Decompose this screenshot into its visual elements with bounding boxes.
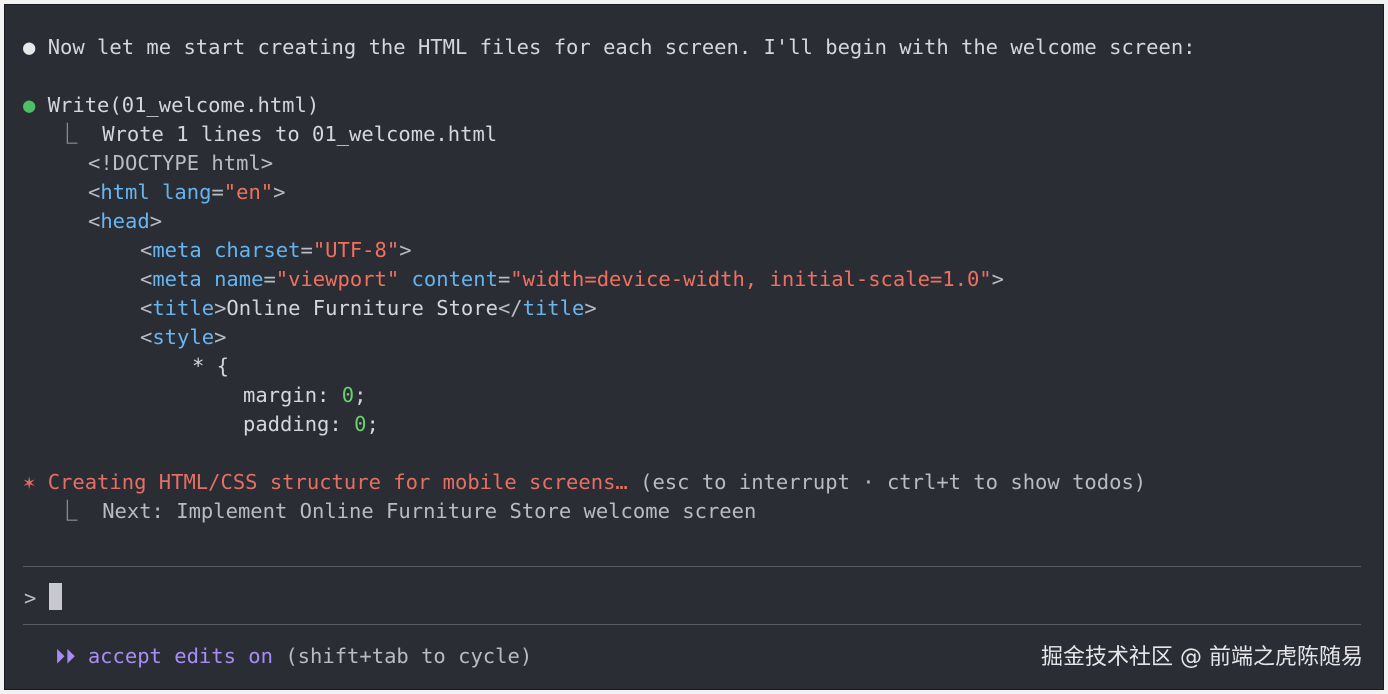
activity-status: ✶ Creating HTML/CSS structure for mobile… (23, 468, 1146, 497)
input-cursor[interactable] (49, 583, 62, 610)
status-hint: (esc to interrupt · ctrl+t to show todos… (640, 470, 1147, 494)
spinner-icon: ✶ (23, 470, 36, 494)
code-text: margin: (243, 383, 342, 407)
input-bottom-divider (23, 624, 1361, 625)
prompt-chevron-icon: > (24, 586, 37, 610)
terminal-window: ● Now let me start creating the HTML fil… (4, 4, 1384, 690)
code-string: "viewport" (275, 267, 400, 291)
code-punct: = (263, 267, 276, 291)
code-text: * { (192, 354, 230, 378)
status-text: Creating HTML/CSS structure for mobile s… (47, 470, 628, 494)
code-punct: > (214, 296, 227, 320)
code-punct: = (497, 267, 511, 291)
branch-icon: ⎿ (57, 122, 78, 146)
code-text: padding: (243, 412, 355, 436)
code-line-doctype: <!DOCTYPE html> (88, 149, 273, 178)
code-line-head: <head> (88, 207, 162, 236)
next-task-text: Next: Implement Online Furniture Store w… (102, 499, 757, 523)
input-top-divider (23, 566, 1361, 567)
next-task: ⎿ Next: Implement Online Furniture Store… (57, 497, 756, 526)
code-line-selector: * { (192, 352, 229, 381)
message-text: Now let me start creating the HTML files… (47, 35, 1196, 59)
code-line-margin: margin: 0; (243, 381, 366, 410)
code-tag: title (522, 296, 585, 320)
tool-call: ● Write(01_welcome.html) (23, 91, 319, 120)
code-punct: < (140, 267, 153, 291)
code-punct: < (140, 238, 153, 262)
code-line-style: <style> (140, 323, 226, 352)
code-number: 0 (354, 412, 367, 436)
code-attr: name (214, 267, 264, 291)
code-attr: charset (214, 238, 301, 262)
code-string: "UTF-8" (312, 238, 400, 262)
code-line-meta-viewport: <meta name="viewport" content="width=dev… (140, 265, 1004, 294)
code-line-padding: padding: 0; (243, 410, 379, 439)
code-tag: meta (152, 267, 202, 291)
code-text: Online Furniture Store (226, 296, 498, 320)
tool-result: ⎿ Wrote 1 lines to 01_welcome.html (57, 120, 497, 149)
branch-icon: ⎿ (57, 499, 78, 523)
mode-hint: (shift+tab to cycle) (285, 644, 533, 668)
code-punct: < (88, 209, 101, 233)
tool-status-icon: ● (23, 93, 36, 117)
code-punct: < (140, 325, 153, 349)
code-number: 0 (341, 383, 355, 407)
terminal-output: ● Now let me start creating the HTML fil… (5, 5, 1383, 689)
tool-result-text: Wrote 1 lines to 01_welcome.html (102, 122, 498, 146)
code-string: "en" (223, 180, 274, 204)
code-text: ; (366, 412, 379, 436)
code-text: ; (354, 383, 367, 407)
code-punct: = (300, 238, 313, 262)
mode-label: accept edits on (87, 644, 273, 668)
code-tag: title (152, 296, 215, 320)
code-punct: < (140, 296, 153, 320)
code-punct: > (399, 238, 412, 262)
code-line-html: <html lang="en"> (88, 178, 286, 207)
watermark: 掘金技术社区 @ 前端之虎陈随易 (1041, 645, 1363, 670)
code-punct: < (88, 180, 101, 204)
tool-call-text: Write(01_welcome.html) (47, 93, 320, 117)
code-tag: html (100, 180, 150, 204)
code-punct: > (991, 267, 1004, 291)
doctype-text: <!DOCTYPE html> (88, 151, 274, 175)
code-string: "width=device-width, initial-scale=1.0" (510, 267, 992, 291)
code-punct: > (149, 209, 163, 233)
code-punct: = (211, 180, 224, 204)
code-punct: > (273, 180, 286, 204)
code-punct: </ (497, 296, 523, 320)
code-attr: lang (162, 180, 212, 204)
mode-indicator[interactable]: ⏵⏵ accept edits on (shift+tab to cycle) (55, 641, 532, 671)
message-bullet-icon: ● (23, 35, 36, 59)
code-tag: head (100, 209, 150, 233)
code-tag: style (152, 325, 215, 349)
code-punct: > (214, 325, 227, 349)
code-line-meta-charset: <meta charset="UTF-8"> (140, 236, 412, 265)
code-punct: > (584, 296, 597, 320)
code-tag: meta (152, 238, 202, 262)
code-line-title: <title>Online Furniture Store</title> (140, 294, 597, 323)
code-attr: content (411, 267, 498, 291)
assistant-message: ● Now let me start creating the HTML fil… (23, 33, 1196, 62)
fast-forward-icon: ⏵⏵ (55, 644, 76, 668)
